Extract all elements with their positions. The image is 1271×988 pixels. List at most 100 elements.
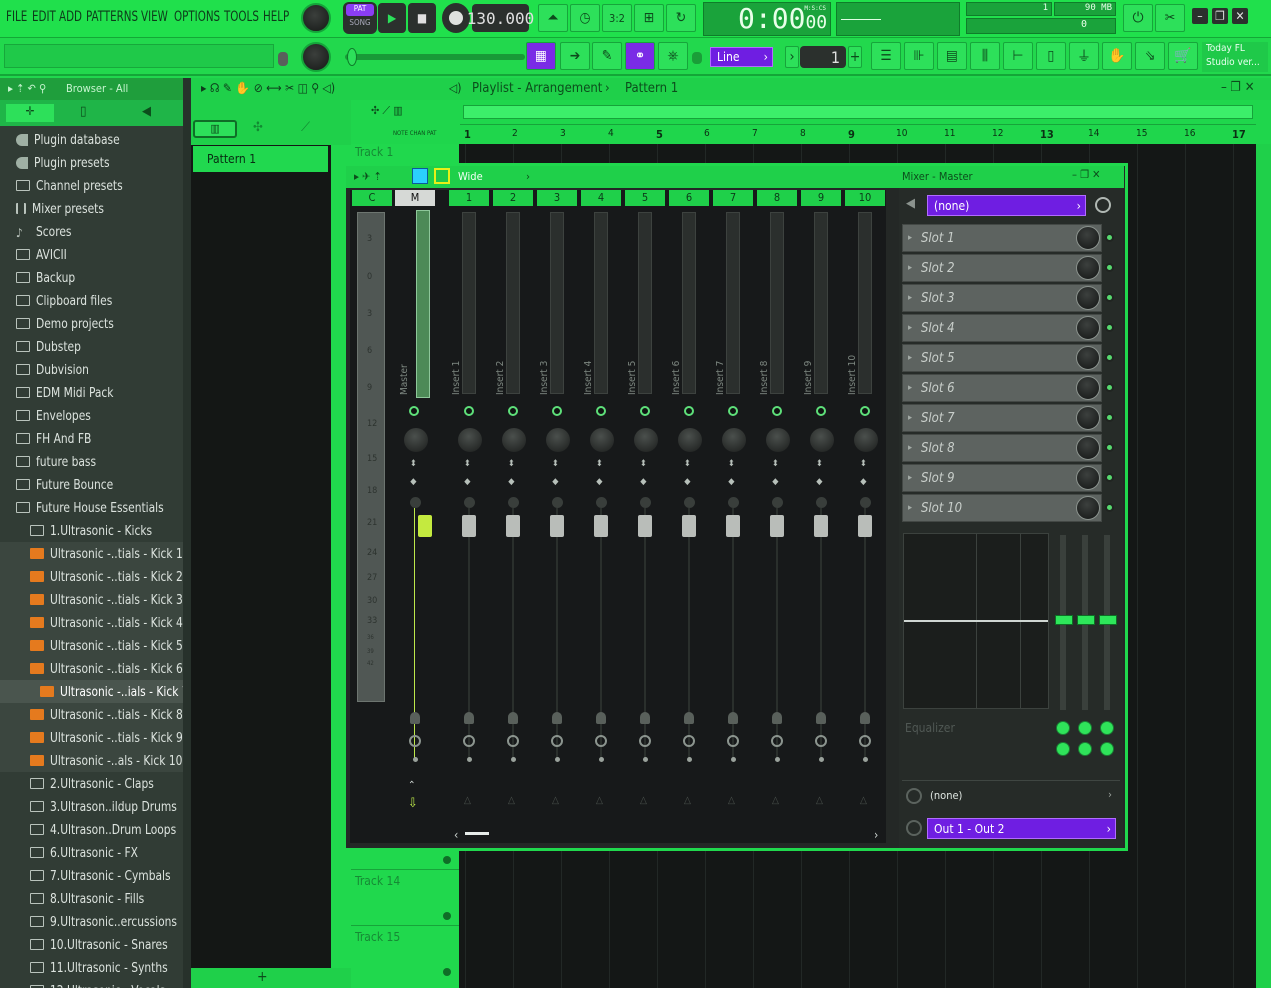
browser-item[interactable]: 7.Ultrasonic - Cymbals (0, 864, 183, 887)
strip-route-icon[interactable] (816, 712, 826, 724)
online-icon[interactable]: ⏻ (1123, 4, 1153, 32)
eq-high-bw-knob[interactable] (1100, 742, 1114, 756)
browser-item[interactable]: 1.Ultrasonic - Kicks (0, 519, 183, 542)
browser-item[interactable]: Ultrasonic -..tials - Kick 4 (0, 611, 183, 634)
strip-enable-led[interactable] (464, 406, 474, 416)
browser-item[interactable]: 6.Ultrasonic - FX (0, 841, 183, 864)
touch-controller-icon[interactable]: ✋ (1102, 42, 1132, 70)
strip-arm-button[interactable] (860, 497, 871, 508)
browser-item[interactable]: 11.Ultrasonic - Synths (0, 956, 183, 979)
strip-arm-button[interactable] (816, 497, 827, 508)
strip-pan-knob[interactable] (766, 428, 790, 452)
eq-low-freq-knob[interactable] (1056, 721, 1070, 735)
mixer-scroll-right-icon[interactable]: › (874, 828, 878, 842)
menu-patterns[interactable]: PATTERNS (86, 9, 138, 25)
strip-enable-led[interactable] (552, 406, 562, 416)
strip-send-dot[interactable] (413, 757, 418, 762)
strip-route-arrow-icon[interactable]: △ (860, 795, 867, 806)
strip-route-arrow-icon[interactable]: △ (772, 795, 779, 806)
strip-stereo-icon[interactable]: ⬍ ◆ (464, 460, 471, 487)
browser-item[interactable]: 9.Ultrasonic..ercussions (0, 910, 183, 933)
menu-add[interactable]: ADD (59, 9, 82, 25)
mixer-strip-insert[interactable]: 8 Insert 8 ⬍ ◆ △ (755, 190, 799, 843)
eq-mid-handle[interactable] (1077, 615, 1095, 625)
input-select[interactable]: (none) › (927, 195, 1086, 216)
fx-slot[interactable]: ▸ Slot 6 (902, 374, 1102, 402)
strip-volume-fader[interactable] (418, 515, 432, 537)
strip-delay-icon[interactable] (859, 735, 871, 747)
fx-slot-mix-knob[interactable] (1076, 406, 1100, 430)
strip-pan-knob[interactable] (502, 428, 526, 452)
cut-icon[interactable]: ✂ (1155, 4, 1185, 32)
strip-route-arrow-icon[interactable]: △ (728, 795, 735, 806)
strip-delay-icon[interactable] (595, 735, 607, 747)
strip-volume-fader[interactable] (594, 515, 608, 537)
browser-item[interactable]: Ultrasonic -..tials - Kick 9 (0, 726, 183, 749)
browser-scrollbar[interactable] (183, 78, 191, 988)
strip-pan-knob[interactable] (678, 428, 702, 452)
pattern-item[interactable]: Pattern 1 (193, 146, 328, 172)
mixer-scroll-left-icon[interactable]: ‹ (454, 828, 458, 842)
strip-enable-led[interactable] (728, 406, 738, 416)
strip-stereo-icon[interactable]: ⬍ ◆ (860, 460, 867, 487)
browser-item[interactable]: Future House Essentials (0, 496, 183, 519)
playlist-hscroll[interactable] (463, 105, 1253, 119)
strip-pan-knob[interactable] (546, 428, 570, 452)
strip-volume-fader[interactable] (638, 515, 652, 537)
pattern-number[interactable]: 1 (800, 46, 846, 68)
strip-down-icon[interactable]: ⇩ (408, 796, 418, 811)
slot-menu-arrow-icon[interactable]: ▸ (908, 353, 912, 363)
audio-clip-icon[interactable]: ✣ (253, 120, 263, 135)
mixer-strip-insert[interactable]: 5 Insert 5 ⬍ ◆ △ (623, 190, 667, 843)
strip-delay-icon[interactable] (551, 735, 563, 747)
mixer-hscroll[interactable] (465, 832, 489, 835)
pencil-icon[interactable]: ✎ (592, 42, 622, 70)
strip-send-dot[interactable] (467, 757, 472, 762)
strip-route-icon[interactable] (596, 712, 606, 724)
strip-route-icon[interactable] (728, 712, 738, 724)
mixer-strip-insert[interactable]: 6 Insert 6 ⬍ ◆ △ (667, 190, 711, 843)
strip-route-icon[interactable] (410, 712, 420, 724)
close-button[interactable]: ✕ (1232, 8, 1248, 24)
browser-item[interactable]: ♪ Scores (0, 220, 183, 243)
strip-stereo-icon[interactable]: ⬍ ◆ (772, 460, 779, 487)
cart-icon[interactable]: 🛒 (1168, 42, 1198, 70)
blend-notes-icon[interactable]: ⊞ (634, 4, 664, 32)
strip-route-icon[interactable] (552, 712, 562, 724)
strip-arm-button[interactable] (728, 497, 739, 508)
fx-slot-enable-led[interactable] (1105, 473, 1114, 482)
browser-item[interactable]: FH And FB (0, 427, 183, 450)
fx-slot-mix-knob[interactable] (1076, 436, 1100, 460)
eq-high-handle[interactable] (1099, 615, 1117, 625)
strip-enable-led[interactable] (596, 406, 606, 416)
strip-delay-icon[interactable] (727, 735, 739, 747)
strip-enable-led[interactable] (409, 406, 419, 416)
news-panel[interactable]: Today FL Studio ver... (1202, 42, 1268, 72)
minimize-button[interactable]: – (1192, 8, 1208, 24)
strip-route-icon[interactable] (860, 712, 870, 724)
strip-route-arrow-icon[interactable]: △ (640, 795, 647, 806)
mixer-window-controls[interactable]: – ❐ ✕ (1072, 168, 1100, 181)
strip-route-arrow-icon[interactable]: △ (684, 795, 691, 806)
fx-slot-mix-knob[interactable] (1076, 286, 1100, 310)
strip-delay-icon[interactable] (683, 735, 695, 747)
browser-tab-plugins-icon[interactable]: ◀ (142, 104, 162, 122)
strip-volume-fader[interactable] (770, 515, 784, 537)
browser-item[interactable]: 3.Ultrason..ildup Drums (0, 795, 183, 818)
strip-enable-led[interactable] (640, 406, 650, 416)
browser-item[interactable]: Ultrasonic -..tials - Kick 8 (0, 703, 183, 726)
plugin-picker-icon[interactable]: ⏚ (1069, 42, 1099, 70)
strip-pan-knob[interactable] (854, 428, 878, 452)
output-clock-icon[interactable] (906, 788, 922, 804)
strip-stereo-icon[interactable]: ⬍ ◆ (508, 460, 515, 487)
strip-route-icon[interactable] (772, 712, 782, 724)
fx-slot-mix-knob[interactable] (1076, 346, 1100, 370)
strip-route-arrow-icon[interactable]: △ (596, 795, 603, 806)
strip-arm-button[interactable] (772, 497, 783, 508)
strip-stereo-icon[interactable]: ⬍ ◆ (410, 460, 417, 487)
maximize-button[interactable]: ❐ (1212, 8, 1228, 24)
strip-pan-knob[interactable] (458, 428, 482, 452)
strip-enable-led[interactable] (772, 406, 782, 416)
channel-rack-icon[interactable]: ▤ (937, 42, 967, 70)
mixer-strip-insert[interactable]: 3 Insert 3 ⬍ ◆ △ (535, 190, 579, 843)
